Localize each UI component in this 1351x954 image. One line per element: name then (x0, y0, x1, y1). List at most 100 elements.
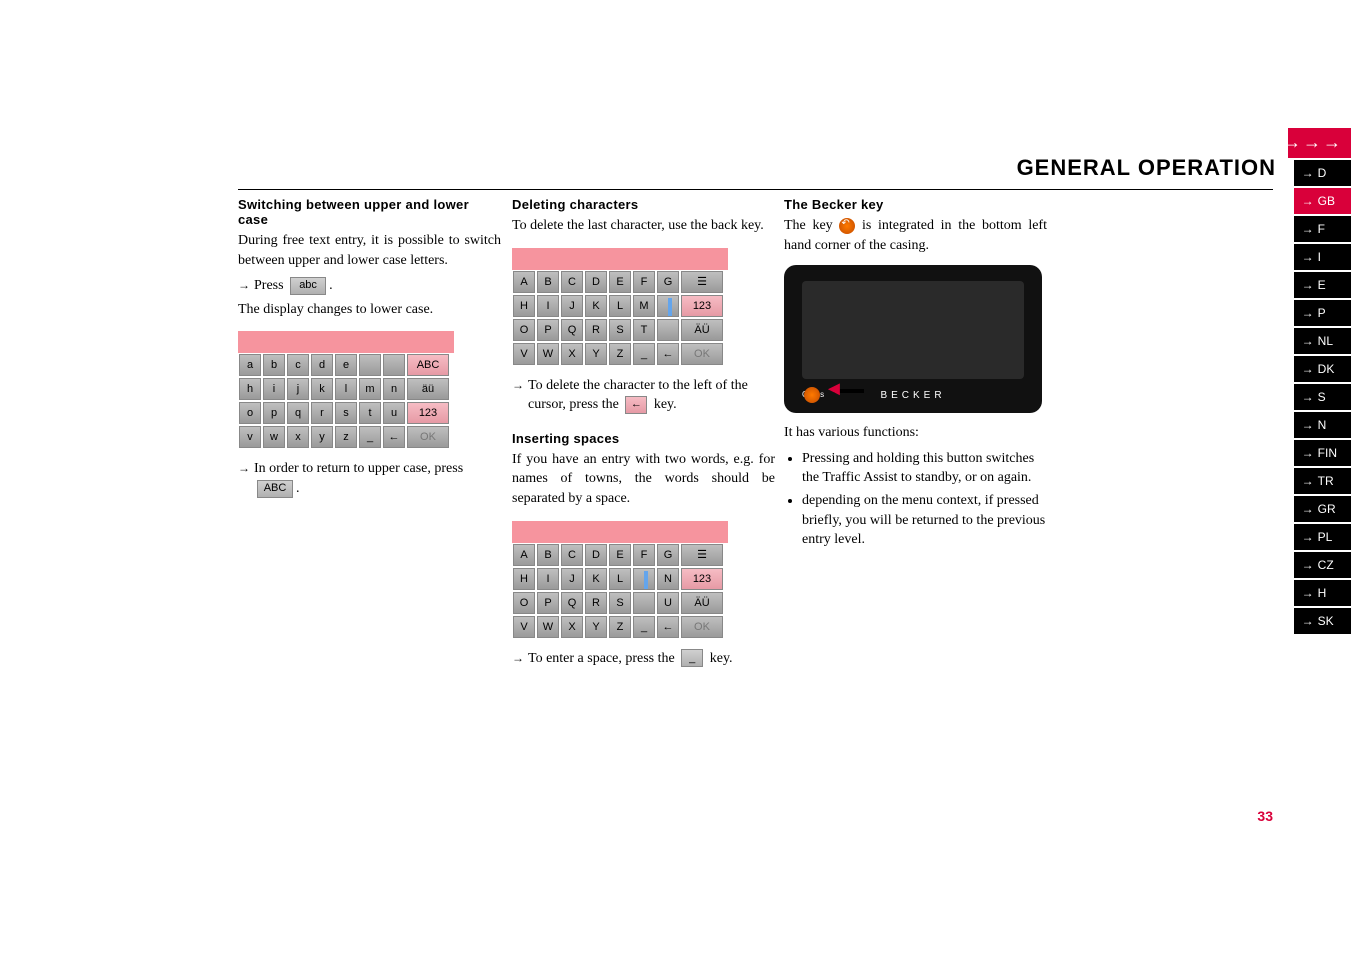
lang-tab-fin[interactable]: →FIN (1294, 440, 1351, 466)
kb-key[interactable]: F (633, 271, 655, 293)
lang-tab-gb[interactable]: →GB (1294, 188, 1351, 214)
kb-key[interactable]: 123 (407, 402, 449, 424)
kb-key[interactable]: R (585, 592, 607, 614)
kb-key[interactable]: W (537, 343, 559, 365)
kb-key[interactable]: h (239, 378, 261, 400)
kb-key[interactable]: W (537, 616, 559, 638)
kb-key[interactable]: t (359, 402, 381, 424)
upper-abc-key[interactable]: ABC (257, 480, 293, 498)
kb-key[interactable]: Z (609, 616, 631, 638)
kb-key[interactable]: ABC (407, 354, 449, 376)
kb-key[interactable]: O (513, 592, 535, 614)
kb-key[interactable]: ☰ (681, 544, 723, 566)
lang-tab-dk[interactable]: →DK (1294, 356, 1351, 382)
kb-key[interactable] (383, 354, 405, 376)
kb-key[interactable]: b (263, 354, 285, 376)
kb-key[interactable]: L (609, 295, 631, 317)
kb-key[interactable]: X (561, 616, 583, 638)
kb-key[interactable]: OK (681, 343, 723, 365)
kb-key[interactable]: B (537, 544, 559, 566)
kb-key[interactable]: K (585, 568, 607, 590)
kb-key[interactable]: s (335, 402, 357, 424)
kb-key[interactable]: T (633, 319, 655, 341)
kb-key[interactable]: D (585, 271, 607, 293)
kb-key[interactable]: I (537, 295, 559, 317)
kb-key[interactable]: i (263, 378, 285, 400)
kb-key[interactable]: Y (585, 616, 607, 638)
kb-key[interactable]: z (335, 426, 357, 448)
kb-key[interactable]: N (657, 568, 679, 590)
kb-key[interactable]: F (633, 544, 655, 566)
lang-tab-s[interactable]: →S (1294, 384, 1351, 410)
kb-key[interactable]: r (311, 402, 333, 424)
kb-key[interactable]: x (287, 426, 309, 448)
kb-key[interactable]: S (609, 319, 631, 341)
kb-key[interactable]: G (657, 544, 679, 566)
lang-tab-cz[interactable]: →CZ (1294, 552, 1351, 578)
kb-key[interactable]: v (239, 426, 261, 448)
kb-key[interactable]: y (311, 426, 333, 448)
kb-key[interactable]: M (633, 295, 655, 317)
lang-tab-h[interactable]: →H (1294, 580, 1351, 606)
kb-key[interactable]: P (537, 319, 559, 341)
kb-key[interactable]: ← (383, 426, 405, 448)
kb-key[interactable]: d (311, 354, 333, 376)
kb-key[interactable]: Q (561, 592, 583, 614)
kb-key[interactable]: H (513, 295, 535, 317)
kb-key[interactable]: ← (657, 616, 679, 638)
kb-key[interactable]: ÄÜ (681, 592, 723, 614)
kb-key[interactable]: O (513, 319, 535, 341)
kb-key[interactable]: V (513, 343, 535, 365)
lang-tab-p[interactable]: →P (1294, 300, 1351, 326)
kb-key[interactable]: p (263, 402, 285, 424)
kb-key[interactable]: B (537, 271, 559, 293)
kb-key[interactable]: E (609, 544, 631, 566)
kb-key[interactable]: Y (585, 343, 607, 365)
kb-key[interactable]: P (537, 592, 559, 614)
kb-key[interactable]: e (335, 354, 357, 376)
kb-key[interactable]: a (239, 354, 261, 376)
kb-key[interactable] (657, 295, 679, 317)
kb-key[interactable]: L (609, 568, 631, 590)
kb-key[interactable] (359, 354, 381, 376)
kb-key[interactable]: A (513, 544, 535, 566)
kb-key[interactable]: D (585, 544, 607, 566)
kb-key[interactable]: 123 (681, 568, 723, 590)
kb-key[interactable]: j (287, 378, 309, 400)
kb-key[interactable]: A (513, 271, 535, 293)
lang-tab-f[interactable]: →F (1294, 216, 1351, 242)
kb-key[interactable]: U (657, 592, 679, 614)
kb-key[interactable]: OK (681, 616, 723, 638)
kb-key[interactable]: _ (633, 343, 655, 365)
lang-tab-gr[interactable]: →GR (1294, 496, 1351, 522)
kb-key[interactable] (633, 568, 655, 590)
kb-key[interactable]: V (513, 616, 535, 638)
lang-tab-tr[interactable]: →TR (1294, 468, 1351, 494)
kb-key[interactable]: I (537, 568, 559, 590)
kb-key[interactable]: 123 (681, 295, 723, 317)
kb-key[interactable] (633, 592, 655, 614)
kb-key[interactable]: _ (633, 616, 655, 638)
kb-key[interactable]: n (383, 378, 405, 400)
kb-key[interactable]: _ (359, 426, 381, 448)
lang-tab-nl[interactable]: →NL (1294, 328, 1351, 354)
kb-key[interactable]: H (513, 568, 535, 590)
kb-key[interactable]: o (239, 402, 261, 424)
lang-tab-sk[interactable]: →SK (1294, 608, 1351, 634)
kb-key[interactable]: G (657, 271, 679, 293)
kb-key[interactable]: m (359, 378, 381, 400)
kb-key[interactable]: S (609, 592, 631, 614)
space-key[interactable]: _ (681, 649, 703, 667)
kb-key[interactable]: ← (657, 343, 679, 365)
kb-key[interactable]: K (585, 295, 607, 317)
back-key[interactable]: ← (625, 396, 647, 414)
kb-key[interactable]: C (561, 271, 583, 293)
kb-key[interactable] (657, 319, 679, 341)
kb-key[interactable]: ☰ (681, 271, 723, 293)
kb-key[interactable]: k (311, 378, 333, 400)
kb-key[interactable]: OK (407, 426, 449, 448)
kb-key[interactable]: c (287, 354, 309, 376)
kb-key[interactable]: Q (561, 319, 583, 341)
kb-key[interactable]: J (561, 568, 583, 590)
lang-tab-i[interactable]: →I (1294, 244, 1351, 270)
